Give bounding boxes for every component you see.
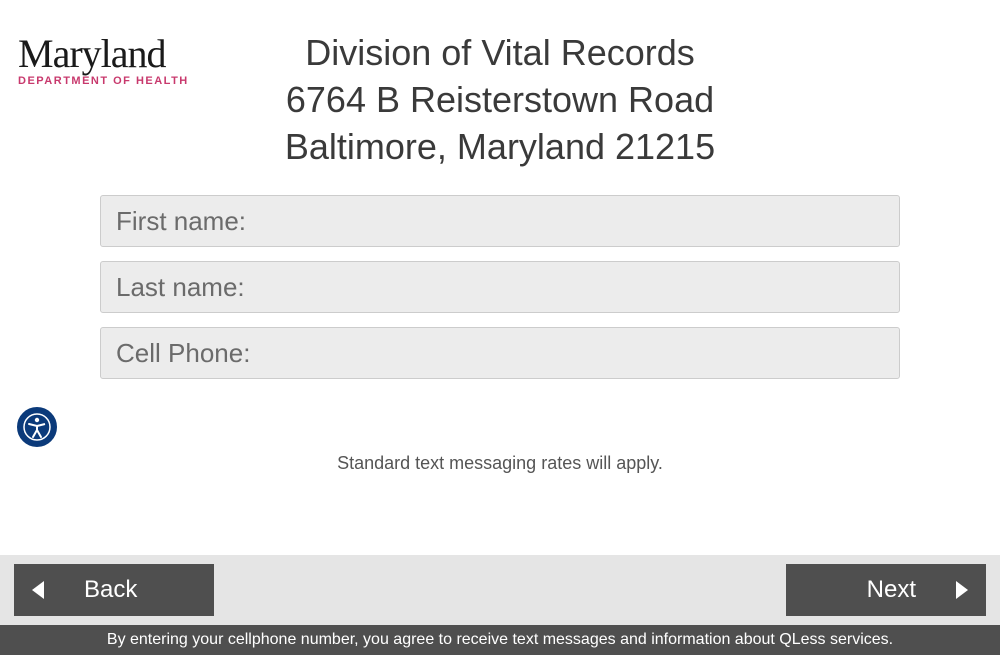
arrow-right-icon [956, 581, 968, 599]
back-button[interactable]: Back [14, 564, 214, 616]
back-button-label: Back [84, 576, 137, 604]
form-container [100, 195, 900, 393]
first-name-field[interactable] [100, 195, 900, 247]
sms-disclaimer: Standard text messaging rates will apply… [0, 453, 1000, 474]
footer-notice: By entering your cellphone number, you a… [0, 625, 1000, 655]
accessibility-icon [23, 413, 51, 441]
button-bar: Back Next [0, 555, 1000, 625]
header-line-3: Baltimore, Maryland 21215 [0, 124, 1000, 171]
last-name-field[interactable] [100, 261, 900, 313]
logo-sub-text: DEPARTMENT OF HEALTH [18, 75, 189, 87]
cell-phone-field[interactable] [100, 327, 900, 379]
next-button-label: Next [867, 576, 916, 604]
next-button[interactable]: Next [786, 564, 986, 616]
accessibility-button[interactable] [15, 405, 59, 449]
logo-main-text: Maryland [18, 30, 189, 77]
logo: Maryland DEPARTMENT OF HEALTH [18, 30, 189, 87]
arrow-left-icon [32, 581, 44, 599]
